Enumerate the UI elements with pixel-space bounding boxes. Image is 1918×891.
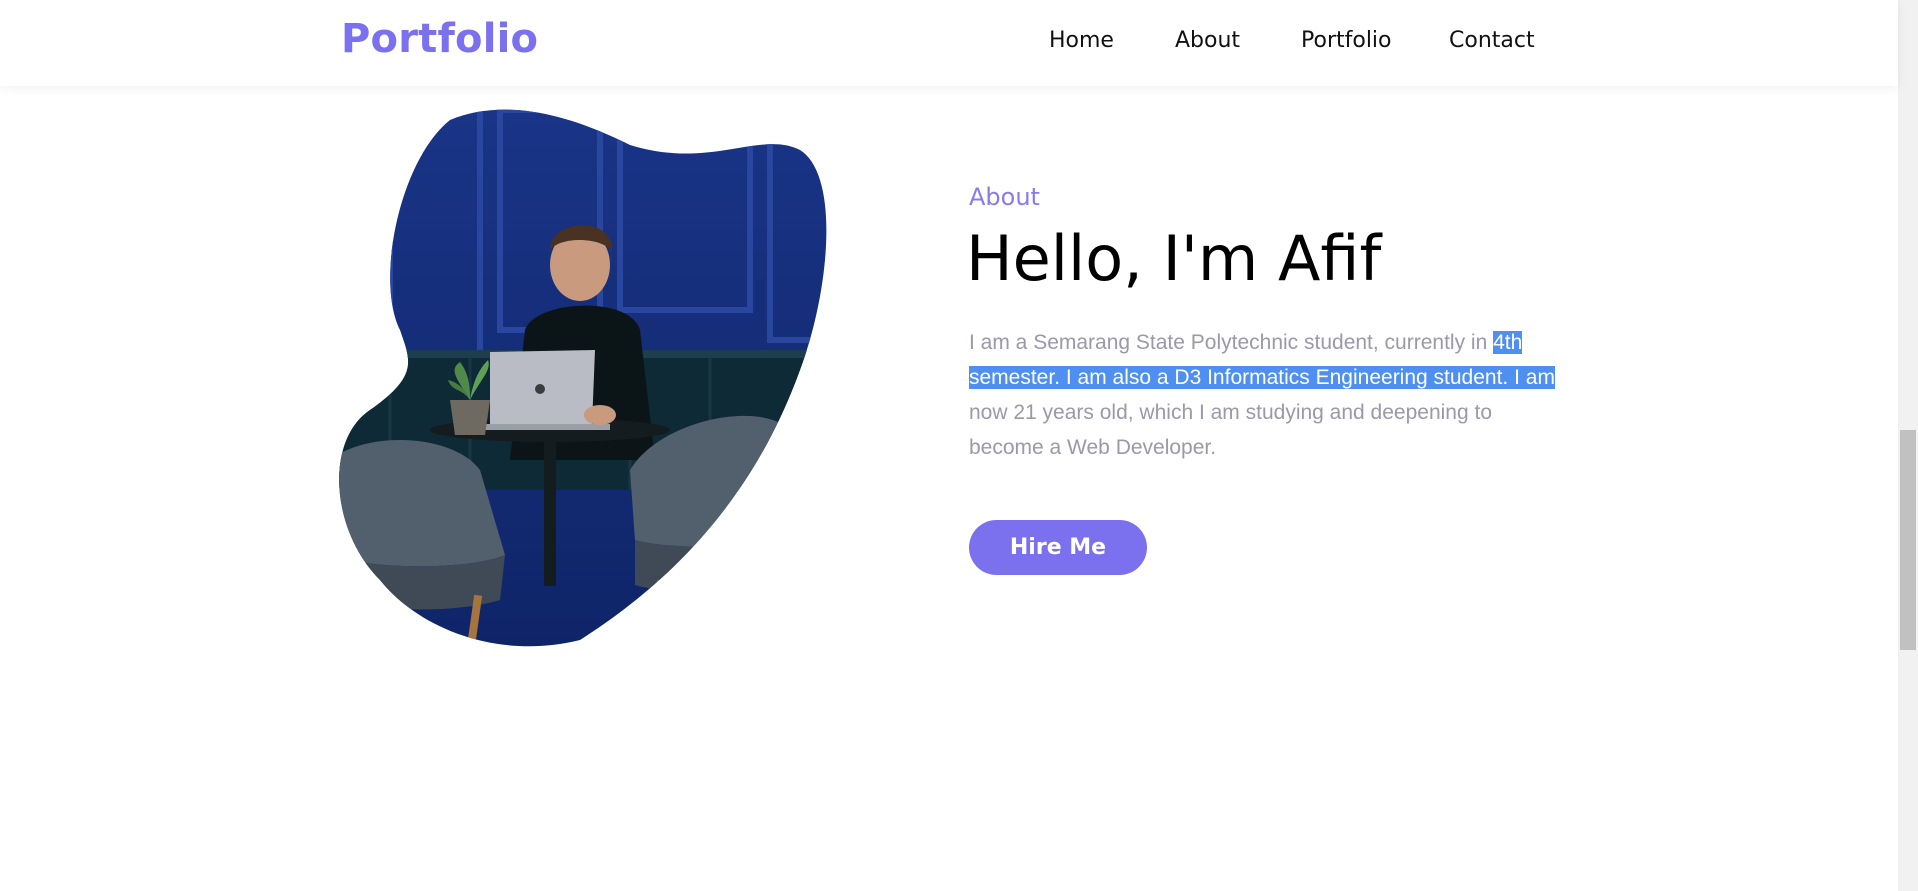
- scrollbar-thumb[interactable]: [1900, 430, 1916, 650]
- section-label-about: About: [969, 183, 1040, 211]
- hire-me-button[interactable]: Hire Me: [969, 520, 1147, 575]
- nav-link-about[interactable]: About: [1175, 28, 1240, 53]
- nav-link-portfolio[interactable]: Portfolio: [1301, 28, 1392, 53]
- nav-link-contact[interactable]: Contact: [1449, 28, 1535, 53]
- bio-text-part-2: now 21 years old, which I am studying an…: [969, 401, 1493, 459]
- bio-text: I am a Semarang State Polytechnic studen…: [969, 325, 1565, 465]
- hero-title: Hello, I'm Afif: [966, 222, 1382, 295]
- nav-link-home[interactable]: Home: [1049, 28, 1114, 53]
- page: Portfolio Home About Portfolio Contact A…: [0, 0, 1918, 891]
- bio-text-part-1: I am a Semarang State Polytechnic studen…: [969, 331, 1494, 354]
- site-logo[interactable]: Portfolio: [341, 16, 538, 62]
- navbar: Portfolio Home About Portfolio Contact: [0, 0, 1898, 86]
- page-scrollbar[interactable]: [1898, 0, 1918, 891]
- profile-photo: [330, 100, 930, 650]
